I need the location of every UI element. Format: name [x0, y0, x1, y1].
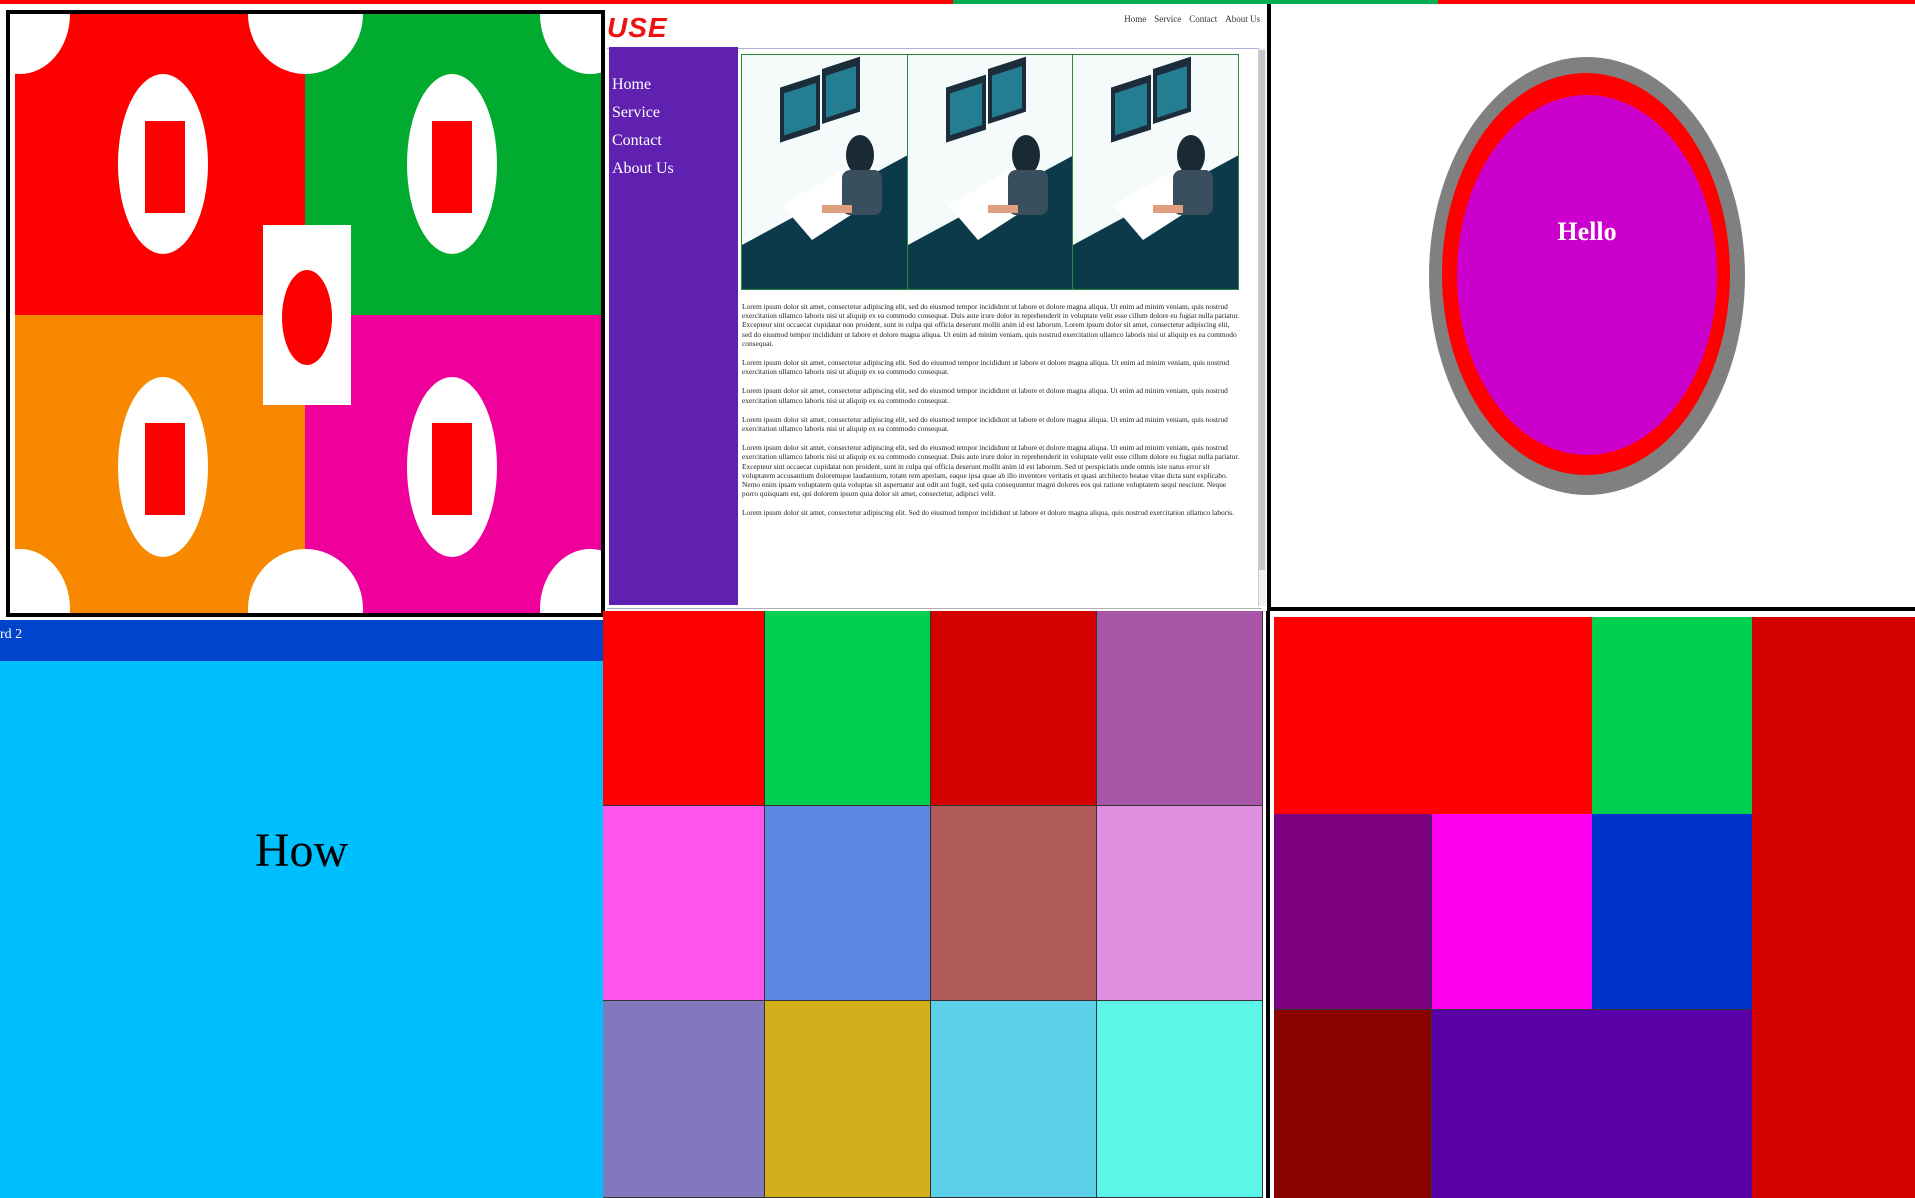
grid-cell: [603, 806, 765, 1001]
desk-workstation-illustration-icon: [1073, 56, 1239, 289]
footer-divider: [607, 608, 1262, 609]
top-nav-about[interactable]: About Us: [1225, 14, 1260, 24]
card-body: How: [0, 661, 603, 1198]
block-maroon: [1274, 1010, 1432, 1198]
top-nav: Home Service Contact About Us: [1124, 14, 1260, 24]
top-nav-contact[interactable]: Contact: [1189, 14, 1217, 24]
grid-cell: [1097, 1001, 1263, 1198]
grid-cell: [603, 611, 765, 806]
stripe-seg-1: [0, 0, 607, 4]
paragraph: Lorem ipsum dolor sit amet, consectetur …: [742, 302, 1240, 348]
paragraph: Lorem ipsum dolor sit amet, consectetur …: [742, 414, 1228, 434]
site-sidebar: Home Service Contact About Us: [609, 47, 738, 605]
gallery-image-2[interactable]: [907, 55, 1074, 289]
scrollbar-thumb[interactable]: [1259, 50, 1265, 570]
paragraph: Lorem ipsum dolor sit amet, consectetur …: [742, 443, 1240, 499]
block-indigo: [1432, 1010, 1752, 1198]
gallery-image-1[interactable]: [742, 55, 908, 289]
desk-workstation-illustration-icon: [742, 56, 907, 289]
color-grid: [603, 611, 1263, 1198]
paragraph: Lorem ipsum dolor sit amet, consectetur …: [742, 508, 1234, 518]
red-rectangle-3: [145, 423, 185, 515]
block-red-top: [1274, 617, 1592, 814]
block-blue: [1592, 814, 1752, 1010]
red-rectangle-2: [432, 121, 472, 213]
grid-cell: [765, 1001, 931, 1198]
grid-cell: [931, 1001, 1097, 1198]
grid-cell: [603, 1001, 765, 1198]
card-title: rd 2: [0, 627, 23, 642]
grid-cell: [765, 611, 931, 806]
grid-cell: [931, 806, 1097, 1001]
sidebar-item-service[interactable]: Service: [609, 99, 738, 127]
block-green-top: [1592, 617, 1752, 814]
paragraph: Lorem ipsum dolor sit amet, consectetur …: [742, 358, 1230, 377]
block-purple: [1274, 814, 1432, 1010]
layout-grid-panel: [1266, 611, 1915, 1198]
card-text: How: [254, 824, 349, 877]
red-rectangle-1: [145, 121, 185, 213]
body-text: Lorem ipsum dolor sit amet, consectetur …: [742, 302, 1240, 602]
website-panel: USE Home Service Contact About Us Home S…: [607, 4, 1268, 612]
block-magenta: [1432, 814, 1592, 1010]
quadrant-panel: [6, 10, 605, 617]
desk-workstation-illustration-icon: [907, 56, 1073, 289]
sidebar-item-home[interactable]: Home: [609, 71, 738, 99]
hello-text: Hello: [1557, 217, 1617, 246]
magenta-ellipse: Hello: [1457, 95, 1717, 455]
center-red-ellipse: [282, 270, 332, 365]
paragraph: Lorem ipsum dolor sit amet, consectetur …: [742, 386, 1228, 405]
grid-cell: [765, 806, 931, 1001]
sidebar-item-about[interactable]: About Us: [609, 155, 738, 183]
grid-cell: [1097, 806, 1263, 1001]
top-nav-home[interactable]: Home: [1124, 14, 1146, 24]
grid-cell: [931, 611, 1097, 806]
site-logo[interactable]: USE: [607, 12, 668, 44]
image-gallery: [741, 54, 1239, 290]
sidebar-item-contact[interactable]: Contact: [609, 127, 738, 155]
grid-cell: [1097, 611, 1263, 806]
card-header: rd 2: [0, 620, 603, 661]
red-rectangle-4: [432, 423, 472, 515]
top-nav-service[interactable]: Service: [1154, 14, 1181, 24]
gallery-image-3[interactable]: [1073, 55, 1239, 289]
block-red-right: [1752, 617, 1915, 1198]
